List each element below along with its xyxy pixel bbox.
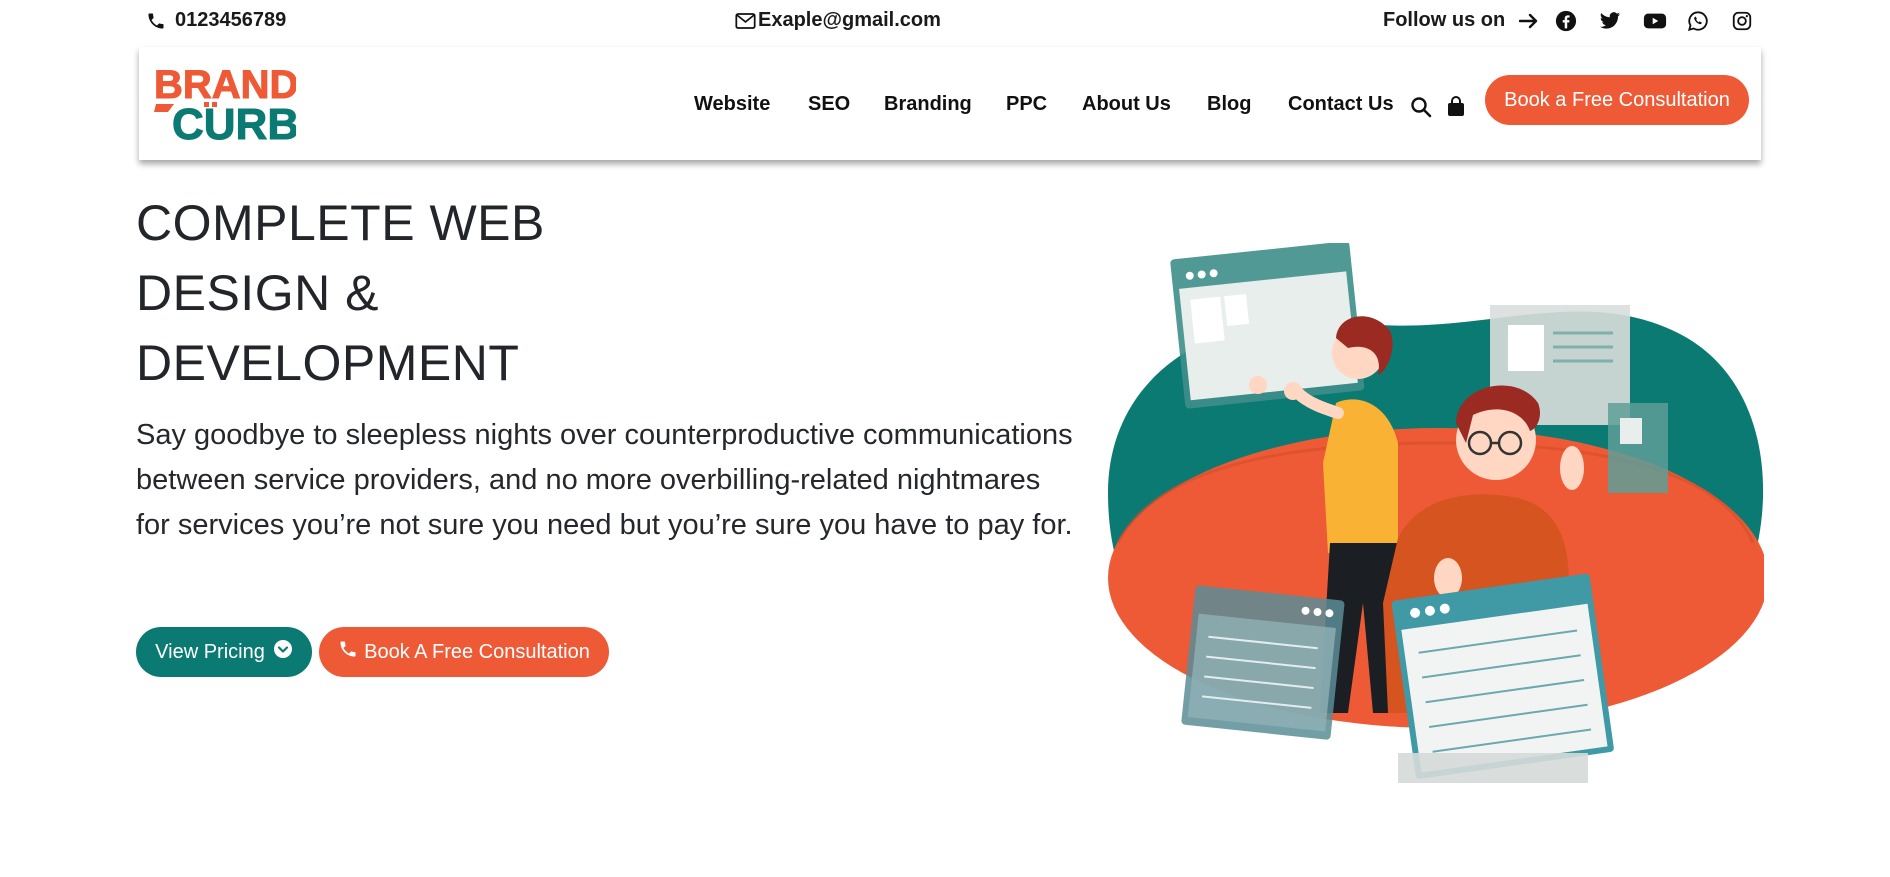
phone-number: 0123456789 [175,9,287,31]
view-pricing-button[interactable]: View Pricing [136,627,312,677]
brandcurb-logo[interactable]: BRAND CURB [152,60,300,150]
book-consultation-hero-button[interactable]: Book A Free Consultation [319,627,609,677]
facebook-icon[interactable] [1555,10,1579,34]
top-contact-bar: 0123456789 Exaple@gmail.com Follow us on [0,0,1890,44]
shopping-bag-icon[interactable] [1446,96,1468,118]
nav-blog[interactable]: Blog [1207,93,1251,116]
book-consultation-header-button[interactable]: Book a Free Consultation [1485,75,1749,125]
nav-branding[interactable]: Branding [884,93,972,116]
svg-text:CURB: CURB [172,100,296,142]
social-links [1555,10,1775,34]
nav-ppc[interactable]: PPC [1006,93,1047,116]
envelope-icon [735,12,756,30]
follow-us: Follow us on [1383,9,1539,32]
hero-title: COMPLETE WEB DESIGN & DEVELOPMENT [136,188,756,398]
main-header: BRAND CURB Website SEO Branding PPC Abou… [139,47,1761,160]
view-pricing-label: View Pricing [155,640,265,663]
chevron-down-circle-icon [265,639,293,665]
email-address: Exaple@gmail.com [758,9,941,31]
phone-icon [146,11,166,31]
whatsapp-icon[interactable] [1687,10,1711,34]
nav-seo[interactable]: SEO [808,93,850,116]
hero-description: Say goodbye to sleepless nights over cou… [136,419,1073,541]
youtube-icon[interactable] [1643,10,1667,34]
twitter-icon[interactable] [1599,10,1623,34]
arrow-right-icon [1519,12,1539,30]
search-icon[interactable] [1410,96,1432,118]
phone-icon [338,639,364,665]
nav-about-us[interactable]: About Us [1082,93,1171,116]
follow-label: Follow us on [1383,9,1506,31]
hero-title-line: DEVELOPMENT [136,335,520,391]
hero-title-line: DESIGN & [136,265,379,321]
instagram-icon[interactable] [1731,10,1755,34]
book-consultation-label: Book A Free Consultation [364,640,590,663]
email-contact[interactable]: Exaple@gmail.com [735,9,941,32]
phone-contact[interactable]: 0123456789 [146,9,286,32]
nav-contact-us[interactable]: Contact Us [1288,93,1394,116]
hero-title-line: COMPLETE WEB [136,195,545,251]
nav-website[interactable]: Website [694,93,770,116]
hero-illustration [1098,241,1768,789]
